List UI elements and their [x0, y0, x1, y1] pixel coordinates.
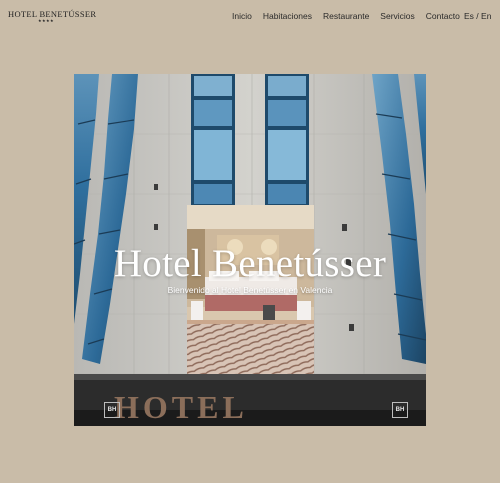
- lang-es-link[interactable]: Es: [464, 11, 474, 21]
- language-switcher: Es / En: [464, 11, 491, 21]
- nav-item-servicios[interactable]: Servicios: [380, 11, 414, 23]
- hotel-sign: HOTEL: [114, 389, 248, 425]
- nav-item-restaurante[interactable]: Restaurante: [323, 11, 369, 23]
- logo-stars-icon: ★★★★: [38, 19, 55, 23]
- lang-separator: /: [476, 11, 479, 21]
- logo-text: HOTEL BENETÚSSER: [8, 9, 97, 19]
- hero-subtitle: Bienvenido al Hotel Benetússer en Valenc…: [167, 285, 333, 295]
- bh-badge-left: BH: [104, 402, 120, 418]
- bh-badge-right: BH: [392, 402, 408, 418]
- hotel-logo[interactable]: HOTEL BENETÚSSER ★★★★: [8, 10, 96, 24]
- nav-item-inicio[interactable]: Inicio: [232, 11, 252, 23]
- site-header: HOTEL BENETÚSSER ★★★★ Inicio Habitacione…: [0, 0, 500, 34]
- lang-en-link[interactable]: En: [481, 11, 491, 21]
- main-nav: Inicio Habitaciones Restaurante Servicio…: [232, 11, 460, 23]
- nav-item-habitaciones[interactable]: Habitaciones: [263, 11, 312, 23]
- nav-item-contacto[interactable]: Contacto: [426, 11, 460, 23]
- hero-title: Hotel Benetússer: [113, 242, 387, 285]
